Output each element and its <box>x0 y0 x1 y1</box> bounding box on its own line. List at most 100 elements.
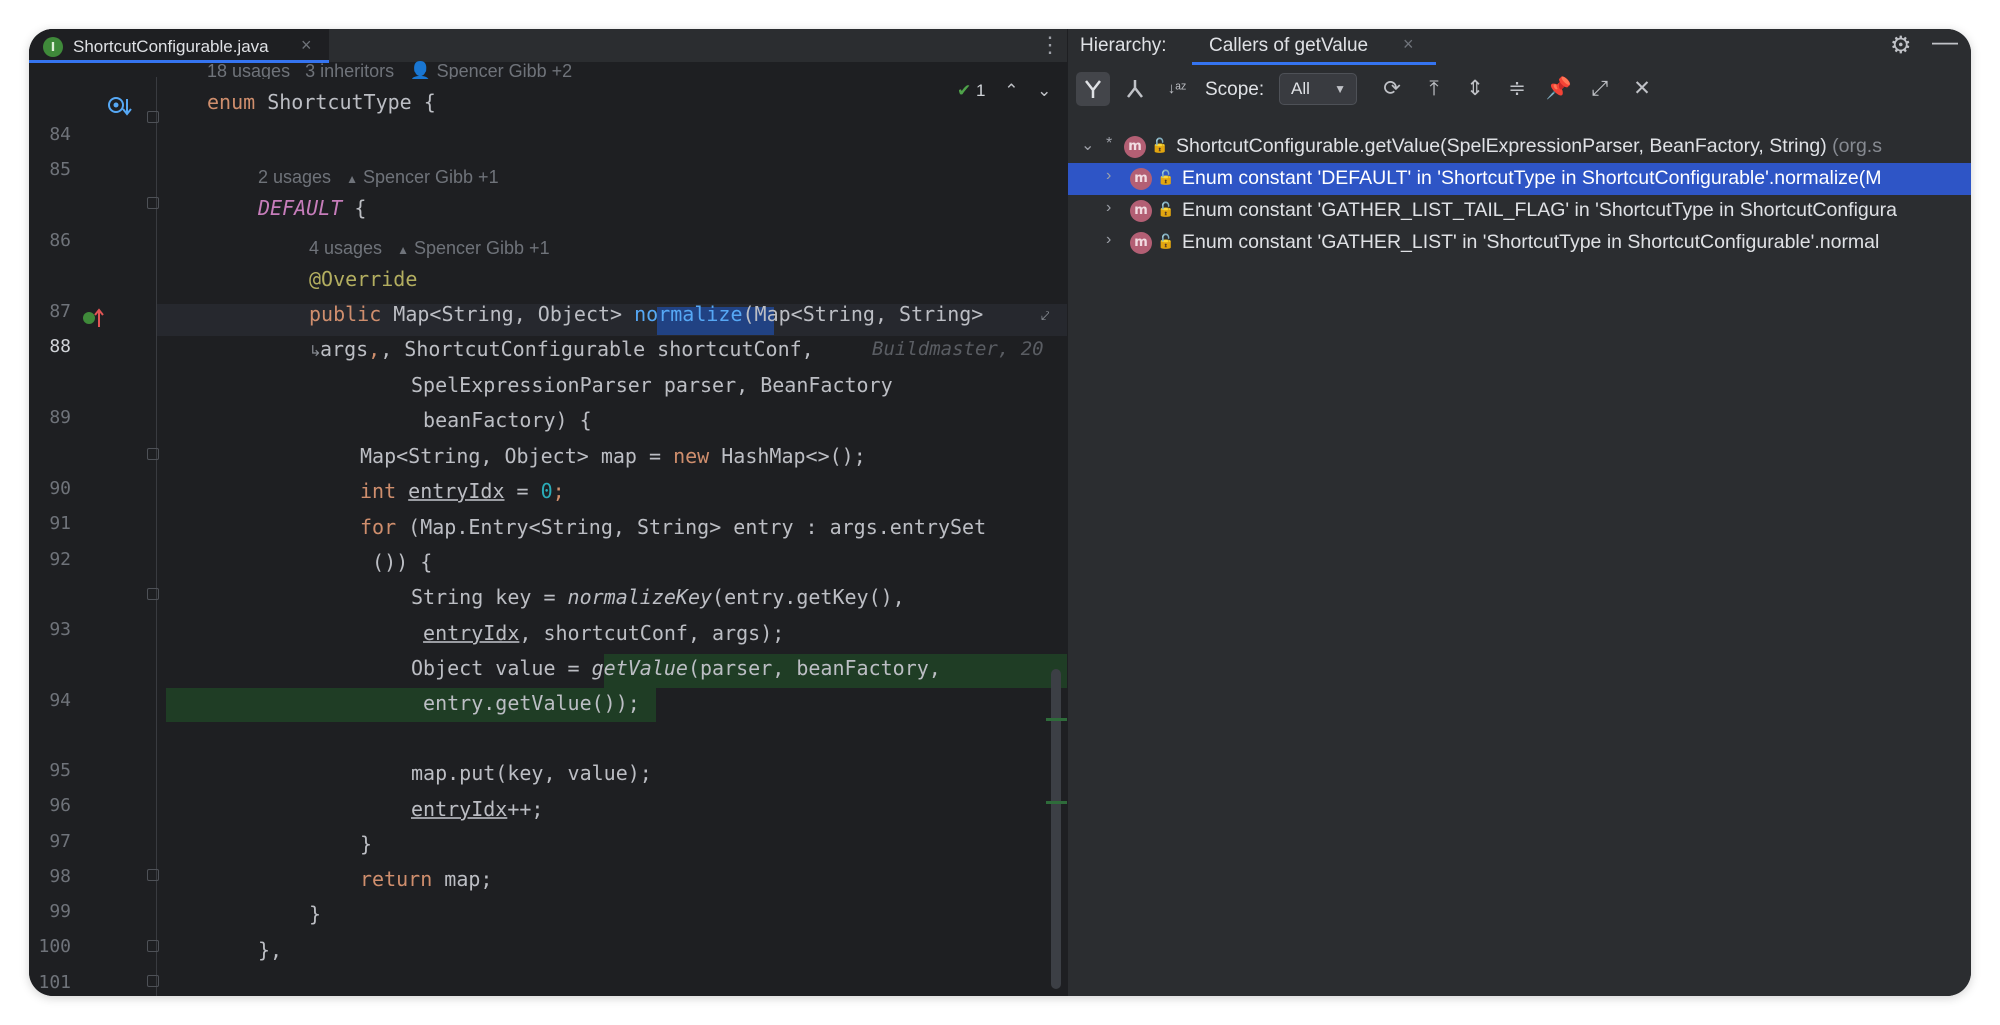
code-line[interactable]: entry.getValue()); <box>411 691 640 715</box>
code-line[interactable]: DEFAULT { <box>258 196 366 220</box>
fold-marker[interactable] <box>147 975 159 987</box>
more-options-icon[interactable]: ⋮ <box>1039 32 1061 58</box>
line-number: 94 <box>49 690 71 711</box>
tree-item-caller[interactable]: › m 🔓 Enum constant 'GATHER_LIST' in 'Sh… <box>1068 227 1971 259</box>
implemented-by-icon[interactable] <box>107 95 133 119</box>
line-number: 90 <box>49 478 71 499</box>
code-vision-usages[interactable]: 4 usages ▲ Spencer Gibb +1 <box>309 238 550 259</box>
close-button[interactable]: ✕ <box>1625 72 1659 106</box>
fold-marker[interactable] <box>147 197 159 209</box>
previous-highlight-icon[interactable]: ⌃ <box>1004 81 1018 100</box>
export-icon: ⤒ <box>1429 77 1439 100</box>
method-icon: m <box>1130 200 1152 222</box>
git-blame-inlay[interactable]: Buildmaster, 20 <box>872 338 1067 360</box>
code-line[interactable]: } <box>309 902 321 926</box>
tree-item-caller[interactable]: › m 🔓 Enum constant 'DEFAULT' in 'Shortc… <box>1068 163 1971 195</box>
check-icon: ✔ <box>957 81 972 100</box>
close-tab-icon[interactable]: × <box>1403 34 1414 55</box>
code-line[interactable]: SpelExpressionParser parser, BeanFactory <box>411 373 893 397</box>
code-line[interactable]: for (Map.Entry<String, String> entry : a… <box>360 515 986 539</box>
code-line[interactable]: String key = normalizeKey(entry.getKey()… <box>411 585 905 609</box>
code-line[interactable]: Object value = getValue(parser, beanFact… <box>411 656 941 680</box>
code-vision-usages[interactable]: 18 usages 3 inheritors 👤 Spencer Gibb +2 <box>207 61 572 79</box>
tree-item-label: Enum constant 'GATHER_LIST_TAIL_FLAG' in… <box>1182 199 1897 221</box>
line-number: 93 <box>49 619 71 640</box>
editor-tab[interactable]: I ShortcutConfigurable.java × <box>29 29 329 63</box>
author-hint[interactable]: Spencer Gibb +2 <box>437 61 573 79</box>
export-button[interactable]: ⤒ <box>1417 72 1451 106</box>
pin-button[interactable]: 📌 <box>1542 72 1576 106</box>
code-editor[interactable]: I ShortcutConfigurable.java × ⋮ 84 85 86… <box>29 29 1067 996</box>
code-line[interactable]: map.put(key, value); <box>411 761 652 785</box>
caller-hierarchy-button[interactable] <box>1076 72 1110 106</box>
code-line[interactable]: }, <box>258 938 282 962</box>
collapse-all-button[interactable]: ≑ <box>1500 72 1534 106</box>
vertical-scrollbar[interactable] <box>1051 669 1061 989</box>
refresh-button[interactable]: ⟳ <box>1375 72 1409 106</box>
code-vision-usages[interactable]: 2 usages ▲ Spencer Gibb +1 <box>258 167 499 188</box>
fold-marker[interactable] <box>147 940 159 952</box>
fold-marker[interactable] <box>147 111 159 123</box>
sort-alpha-icon: ↓ᵃᶻ <box>1167 80 1187 97</box>
line-number: 101 <box>38 972 71 993</box>
code-line[interactable]: args,, ShortcutConfigurable shortcutConf… <box>320 337 814 361</box>
line-number: 95 <box>49 760 71 781</box>
fold-marker[interactable] <box>147 448 159 460</box>
line-number: 92 <box>49 549 71 570</box>
close-tab-icon[interactable]: × <box>301 35 312 56</box>
ide-window: I ShortcutConfigurable.java × ⋮ 84 85 86… <box>29 29 1971 996</box>
code-line[interactable]: Map<String, Object> map = new HashMap<>(… <box>360 444 866 468</box>
code-line[interactable]: int entryIdx = 0; <box>360 479 565 503</box>
tree-root-item[interactable]: ⌄ * m 🔓 ShortcutConfigurable.getValue(Sp… <box>1068 131 1971 163</box>
minimize-icon[interactable]: — <box>1932 29 1958 57</box>
callee-hierarchy-icon <box>1127 80 1143 98</box>
fold-marker[interactable] <box>147 588 159 600</box>
tree-item-caller[interactable]: › m 🔓 Enum constant 'GATHER_LIST_TAIL_FL… <box>1068 195 1971 227</box>
recursive-star-icon: * <box>1106 135 1113 152</box>
hierarchy-toolbar: ↓ᵃᶻ Scope: All ▼ ⟳ ⤒ ⇕ ≑ 📌 ⤢ ✕ <box>1068 67 1971 111</box>
overrides-method-icon[interactable] <box>81 305 107 331</box>
expand-all-button[interactable]: ⇕ <box>1458 72 1492 106</box>
inheritors-hint[interactable]: 3 inheritors <box>305 61 394 79</box>
chevron-right-icon[interactable]: › <box>1106 231 1111 249</box>
callee-hierarchy-button[interactable] <box>1118 72 1152 106</box>
author-hint[interactable]: Spencer Gibb +1 <box>363 167 499 187</box>
code-line[interactable]: enum ShortcutType { <box>207 90 436 114</box>
public-lock-icon: 🔓 <box>1157 169 1175 185</box>
author-hint[interactable]: Spencer Gibb +1 <box>414 238 550 258</box>
public-lock-icon: 🔓 <box>1151 137 1169 153</box>
code-line[interactable]: beanFactory) { <box>411 408 592 432</box>
usages-hint[interactable]: 4 usages <box>309 238 382 258</box>
line-number: 85 <box>49 159 71 180</box>
chevron-right-icon[interactable]: › <box>1106 199 1111 217</box>
fold-marker[interactable] <box>147 869 159 881</box>
scope-select[interactable]: All ▼ <box>1279 73 1357 105</box>
code-line[interactable]: entryIdx++; <box>411 797 543 821</box>
sort-alphabetically-button[interactable]: ↓ᵃᶻ <box>1160 72 1194 106</box>
scope-value: All <box>1291 79 1310 98</box>
caller-hierarchy-icon <box>1085 80 1101 98</box>
code-line[interactable]: return map; <box>360 867 492 891</box>
code-line[interactable]: entryIdx, shortcutConf, args); <box>411 621 784 645</box>
editor-tab-label: ShortcutConfigurable.java <box>73 37 269 56</box>
chevron-right-icon[interactable]: › <box>1106 167 1111 185</box>
code-line[interactable]: @Override <box>309 267 417 291</box>
line-number: 88 <box>49 336 71 357</box>
code-line[interactable]: } <box>360 832 372 856</box>
usages-hint[interactable]: 2 usages <box>258 167 331 187</box>
next-highlight-icon[interactable]: ⌄ <box>1037 81 1051 100</box>
collapse-all-icon: ≑ <box>1508 77 1526 100</box>
code-line[interactable]: public Map<String, Object> normalize(Map… <box>309 302 983 326</box>
close-icon: ✕ <box>1633 77 1651 100</box>
gear-icon[interactable]: ⚙ <box>1890 31 1912 60</box>
tab-callers[interactable]: Callers of getValue × <box>1192 29 1436 65</box>
line-number: 91 <box>49 513 71 534</box>
change-marker <box>1046 718 1067 721</box>
chevron-down-icon[interactable]: ⌄ <box>1081 135 1094 155</box>
line-number: 89 <box>49 407 71 428</box>
open-external-icon: ⤢ <box>1591 77 1609 100</box>
open-in-window-button[interactable]: ⤢ <box>1583 72 1617 106</box>
code-line[interactable]: ()) { <box>360 550 432 574</box>
usages-hint[interactable]: 18 usages <box>207 61 290 79</box>
inspection-widget[interactable]: ✔ 1 ⌃ ⌄ <box>957 81 1051 101</box>
